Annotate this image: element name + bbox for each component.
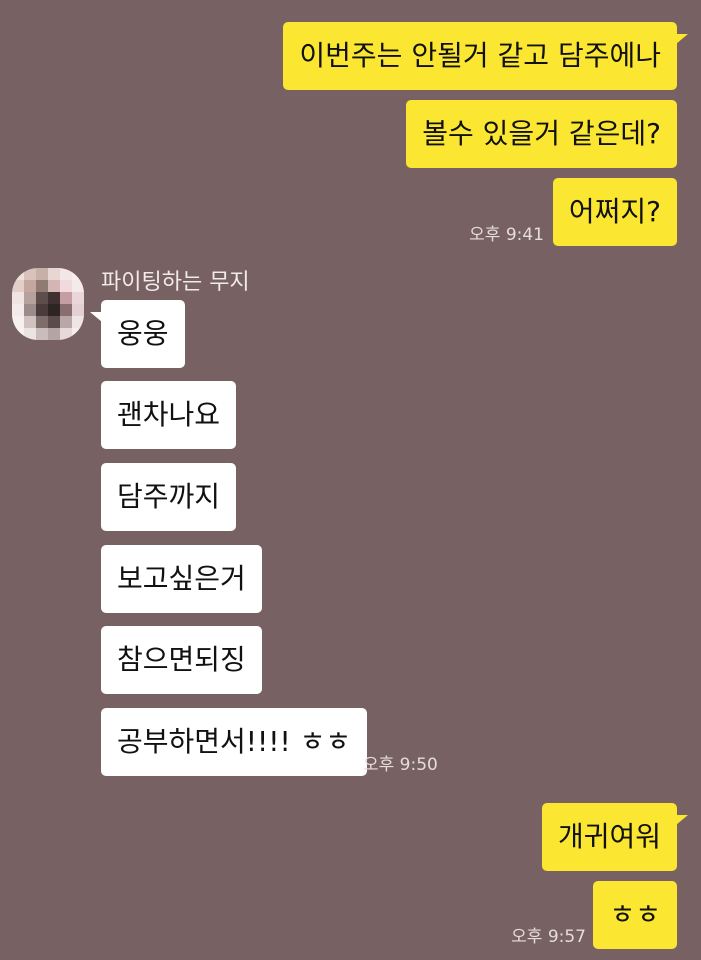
avatar-pixel [60, 280, 72, 292]
incoming-message[interactable]: 보고싶은거 [101, 545, 262, 613]
avatar-pixel [48, 280, 60, 292]
avatar-pixel [36, 292, 48, 304]
avatar-pixel [36, 280, 48, 292]
incoming-message[interactable]: 웅웅 [90, 300, 185, 368]
avatar-pixel [36, 316, 48, 328]
avatar-pixel [48, 316, 60, 328]
chat-room[interactable]: 이번주는 안될거 같고 담주에나 볼수 있을거 같은데? 어쩌지? 오후 9:4… [0, 0, 701, 960]
avatar-pixel [24, 316, 36, 328]
avatar-pixel [36, 268, 48, 280]
incoming-message[interactable]: 괜차나요 [101, 381, 237, 449]
contact-name: 파이팅하는 무지 [101, 270, 250, 295]
avatar-pixel [60, 292, 72, 304]
contact-avatar[interactable] [12, 268, 84, 340]
avatar-pixel [24, 280, 36, 292]
avatar-pixel [60, 304, 72, 316]
message-timestamp: 오후 9:50 [363, 755, 438, 775]
avatar-pixel [60, 328, 72, 340]
outgoing-message[interactable]: 볼수 있을거 같은데? [406, 100, 677, 168]
avatar-pixel [48, 292, 60, 304]
incoming-message[interactable]: 참으면되징 [101, 626, 262, 694]
message-timestamp: 오후 9:41 [469, 225, 544, 245]
avatar-pixel [12, 316, 24, 328]
avatar-pixel [72, 316, 84, 328]
avatar-pixel [48, 268, 60, 280]
avatar-pixel [24, 292, 36, 304]
incoming-message[interactable]: 담주까지 [101, 463, 237, 531]
avatar-pixel [36, 304, 48, 316]
avatar-pixel [48, 328, 60, 340]
avatar-pixel [12, 268, 24, 280]
avatar-pixel [60, 316, 72, 328]
avatar-pixel [72, 328, 84, 340]
avatar-pixel [36, 328, 48, 340]
avatar-pixel [12, 280, 24, 292]
outgoing-message[interactable]: 이번주는 안될거 같고 담주에나 [283, 22, 688, 90]
avatar-pixel [12, 304, 24, 316]
avatar-pixel [72, 292, 84, 304]
avatar-pixel [24, 304, 36, 316]
avatar-pixel [24, 328, 36, 340]
avatar-pixel [72, 280, 84, 292]
avatar-pixel [72, 268, 84, 280]
avatar-pixel [12, 292, 24, 304]
outgoing-message[interactable]: 어쩌지? [552, 178, 677, 246]
incoming-message[interactable]: 공부하면서!!!! ㅎㅎ [101, 708, 368, 776]
avatar-pixel [12, 328, 24, 340]
avatar-pixel [48, 304, 60, 316]
message-timestamp: 오후 9:57 [511, 927, 586, 947]
avatar-pixel [72, 304, 84, 316]
outgoing-message[interactable]: ㅎㅎ [593, 881, 677, 949]
avatar-pixel [60, 268, 72, 280]
avatar-pixel [24, 268, 36, 280]
outgoing-message[interactable]: 개귀여워 [541, 803, 689, 871]
